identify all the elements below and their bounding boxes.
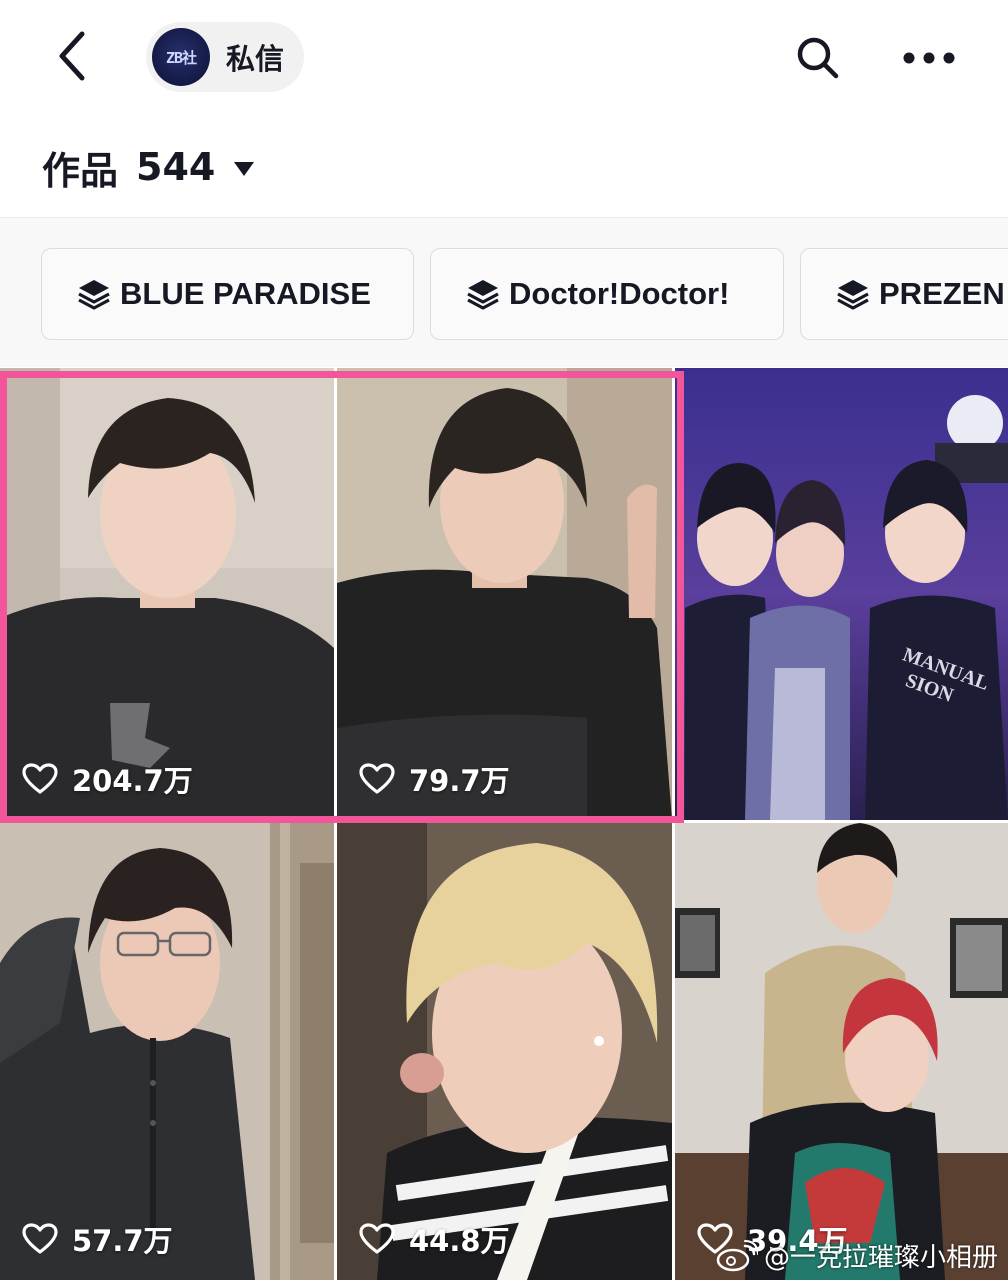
caret-down-icon bbox=[234, 162, 255, 176]
top-bar: ZB社 私信 bbox=[0, 0, 1008, 115]
thumbnail-image bbox=[337, 823, 672, 1280]
watermark: @一克拉璀璨小相册 bbox=[716, 1237, 998, 1274]
thumbnail-image bbox=[337, 368, 672, 820]
stack-icon bbox=[76, 276, 112, 312]
collections-strip[interactable]: BLUE PARADISE Doctor!Doctor! PREZEN bbox=[0, 217, 1008, 367]
thumbnail-image bbox=[0, 823, 334, 1280]
like-count: 57.7万 bbox=[22, 1218, 173, 1260]
works-count: 544 bbox=[136, 145, 216, 189]
like-count-text: 57.7万 bbox=[72, 1224, 173, 1258]
like-count-text: 204.7万 bbox=[72, 764, 193, 798]
heart-outline-icon bbox=[22, 1223, 58, 1255]
more-button[interactable] bbox=[896, 30, 962, 86]
like-count-text: 44.8万 bbox=[409, 1224, 510, 1258]
collection-label: Doctor!Doctor! bbox=[509, 276, 730, 311]
works-label: 作品 bbox=[42, 148, 119, 193]
search-button[interactable] bbox=[790, 30, 846, 86]
message-button[interactable]: ZB社 私信 bbox=[146, 22, 304, 92]
avatar: ZB社 bbox=[152, 28, 210, 86]
video-thumbnail[interactable]: 79.7万 bbox=[337, 368, 672, 820]
heart-outline-icon bbox=[359, 763, 395, 795]
like-count: 204.7万 bbox=[22, 758, 193, 800]
heart-outline-icon bbox=[22, 763, 58, 795]
watermark-text: @一克拉璀璨小相册 bbox=[763, 1243, 998, 1273]
thumbnail-image bbox=[0, 368, 334, 820]
video-grid: 204.7万 79.7万 MANUAL SION 57.7万 44.8万 39.… bbox=[0, 368, 1008, 1280]
video-thumbnail[interactable]: MANUAL SION bbox=[675, 368, 1008, 820]
video-thumbnail[interactable]: 39.4万 bbox=[675, 823, 1008, 1280]
collection-label: BLUE PARADISE bbox=[120, 276, 371, 311]
collection-chip-prezen[interactable]: PREZEN bbox=[800, 248, 1008, 340]
back-button[interactable] bbox=[40, 24, 104, 88]
thumbnail-image: MANUAL SION bbox=[675, 368, 1008, 820]
stack-icon bbox=[465, 276, 501, 312]
like-count: 79.7万 bbox=[359, 758, 510, 800]
stack-icon bbox=[835, 276, 871, 312]
more-dots-icon bbox=[903, 52, 955, 64]
weibo-logo-icon bbox=[716, 1239, 758, 1272]
like-count-text: 79.7万 bbox=[409, 764, 510, 798]
thumbnail-image bbox=[675, 823, 1008, 1280]
video-thumbnail[interactable]: 44.8万 bbox=[337, 823, 672, 1280]
avatar-text: ZB社 bbox=[165, 48, 197, 67]
heart-outline-icon bbox=[359, 1223, 395, 1255]
search-icon bbox=[797, 37, 839, 79]
collection-chip-doctor-doctor[interactable]: Doctor!Doctor! bbox=[430, 248, 784, 340]
video-thumbnail[interactable]: 204.7万 bbox=[0, 368, 334, 820]
like-count: 44.8万 bbox=[359, 1218, 510, 1260]
works-dropdown[interactable]: 作品 544 bbox=[42, 140, 255, 194]
collection-label: PREZEN bbox=[879, 276, 1005, 311]
chevron-left-icon bbox=[59, 31, 85, 81]
video-thumbnail[interactable]: 57.7万 bbox=[0, 823, 334, 1280]
collection-chip-blue-paradise[interactable]: BLUE PARADISE bbox=[41, 248, 414, 340]
message-label: 私信 bbox=[226, 42, 285, 76]
